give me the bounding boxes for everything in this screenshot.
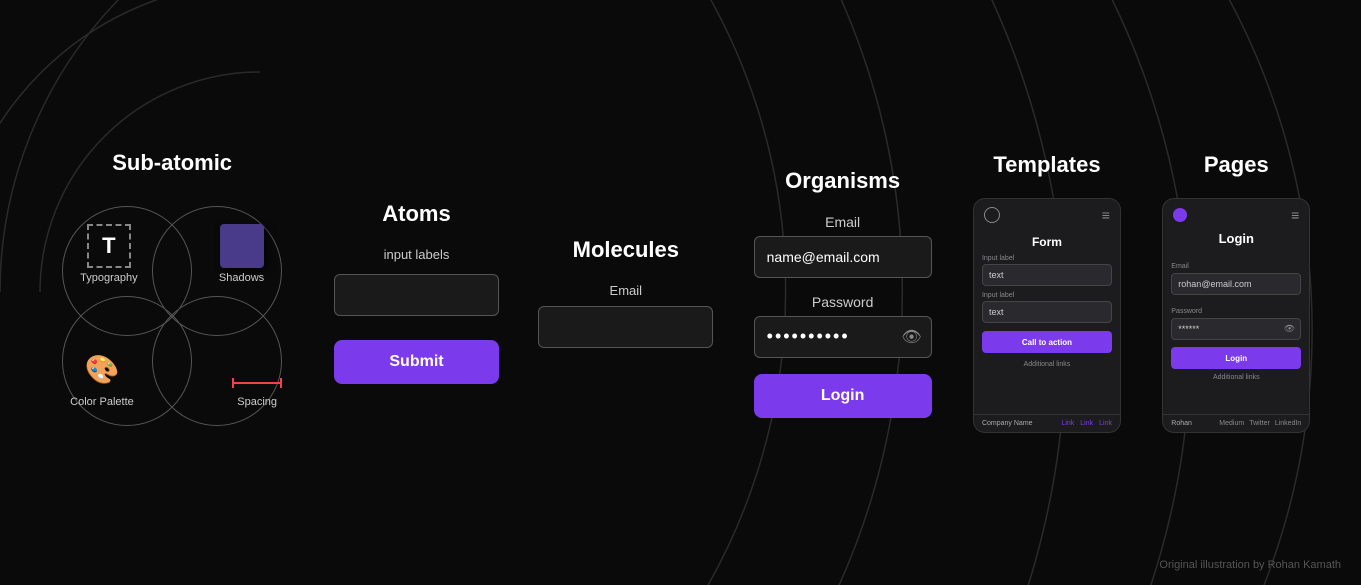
palette-label: Color Palette [70,396,134,408]
page-additional-links: Additional links [1171,374,1301,381]
atoms-section: Atoms input labels Submit [326,201,506,384]
template-menu-icon: ≡ [1102,207,1110,223]
typography-icon: T [87,224,131,268]
template-circle [984,207,1000,223]
palette-icon: 🎨 [80,348,124,392]
page-footer-linkedin[interactable]: LinkedIn [1275,420,1301,427]
molecules-email-input[interactable] [538,306,713,348]
template-additional-links: Additional links [982,361,1112,368]
template-body: Input label text Input label text Call t… [974,255,1120,414]
template-form-title: Form [974,231,1120,255]
page-footer-medium[interactable]: Medium [1219,420,1244,427]
page-password-field[interactable]: ****** 👁 [1171,318,1301,340]
atoms-sublabel: input labels [384,247,450,262]
page-mockup: ≡ Login Email rohan@email.com Password *… [1162,198,1310,433]
subatomic-section: Sub-atomic T Typography Shadows 🎨 Color … [42,150,302,436]
template-field2-group: Input label text [982,292,1112,323]
template-field1-group: Input label text [982,255,1112,286]
page-topbar: ≡ [1163,199,1309,231]
molecules-email-label: Email [610,283,643,298]
page-login-title: Login [1171,231,1301,250]
template-topbar: ≡ [974,199,1120,231]
page-footer-twitter[interactable]: Twitter [1249,420,1270,427]
template-footer-links: Link Link Link [1061,420,1112,427]
page-dot [1173,208,1187,222]
organisms-password-wrapper: 👁 [754,316,932,358]
molecules-section: Molecules Email [531,237,721,348]
organisms-email-input[interactable] [754,236,932,278]
page-email-label: Email [1171,263,1189,270]
page-email-field[interactable]: rohan@email.com [1171,273,1301,295]
typography-item: T Typography [80,224,137,284]
organisms-section: Organisms Email Password 👁 Login [745,168,940,418]
spacing-label: Spacing [237,396,277,408]
color-palette-item: 🎨 Color Palette [70,348,134,408]
main-layout: Sub-atomic T Typography Shadows 🎨 Color … [0,0,1361,585]
typography-label: Typography [80,272,137,284]
template-footer-link-2[interactable]: Link [1080,420,1093,427]
page-password-group: Password ****** 👁 [1171,300,1301,340]
atoms-submit-button[interactable]: Submit [334,340,499,384]
organisms-title: Organisms [785,168,900,194]
shadows-icon [220,224,264,268]
templates-title: Templates [993,152,1100,178]
organisms-password-label: Password [812,294,873,310]
atoms-title: Atoms [382,201,450,227]
templates-section: Templates ≡ Form Input label text Input … [964,152,1129,433]
template-field2[interactable]: text [982,301,1112,323]
page-footer-links: Medium Twitter LinkedIn [1219,420,1301,427]
spacing-cap-right [280,378,282,388]
template-field1-label: Input label [982,255,1112,262]
eye-icon[interactable]: 👁 [901,327,921,347]
organisms-login-button[interactable]: Login [754,374,932,418]
page-footer: Rohan Medium Twitter LinkedIn [1163,414,1309,432]
venn-diagram: T Typography Shadows 🎨 Color Palette [52,196,292,436]
template-footer: Company Name Link Link Link [974,414,1120,432]
page-menu-icon: ≡ [1291,207,1299,223]
page-password-label: Password [1171,308,1202,315]
template-field1[interactable]: text [982,264,1112,286]
page-body: Login Email rohan@email.com Password ***… [1163,231,1309,414]
shadows-label: Shadows [219,272,264,284]
page-footer-user: Rohan [1171,420,1192,427]
pages-title: Pages [1204,152,1269,178]
pages-section: Pages ≡ Login Email rohan@email.com Pass… [1154,152,1319,433]
template-footer-link-1[interactable]: Link [1061,420,1074,427]
spacing-icon [232,374,282,392]
molecules-title: Molecules [573,237,679,263]
subatomic-title: Sub-atomic [112,150,232,176]
atoms-input[interactable] [334,274,499,316]
template-cta-button[interactable]: Call to action [982,331,1112,353]
template-mockup: ≡ Form Input label text Input label text… [973,198,1121,433]
page-email-group: Email rohan@email.com [1171,255,1301,295]
spacing-item: Spacing [232,374,282,408]
page-eye-icon: 👁 [1284,324,1295,335]
shadows-item: Shadows [219,224,264,284]
spacing-line [234,382,280,384]
template-company: Company Name [982,420,1033,427]
template-footer-link-3[interactable]: Link [1099,420,1112,427]
organisms-email-label: Email [825,214,860,230]
page-login-button[interactable]: Login [1171,347,1301,369]
template-field2-label: Input label [982,292,1112,299]
